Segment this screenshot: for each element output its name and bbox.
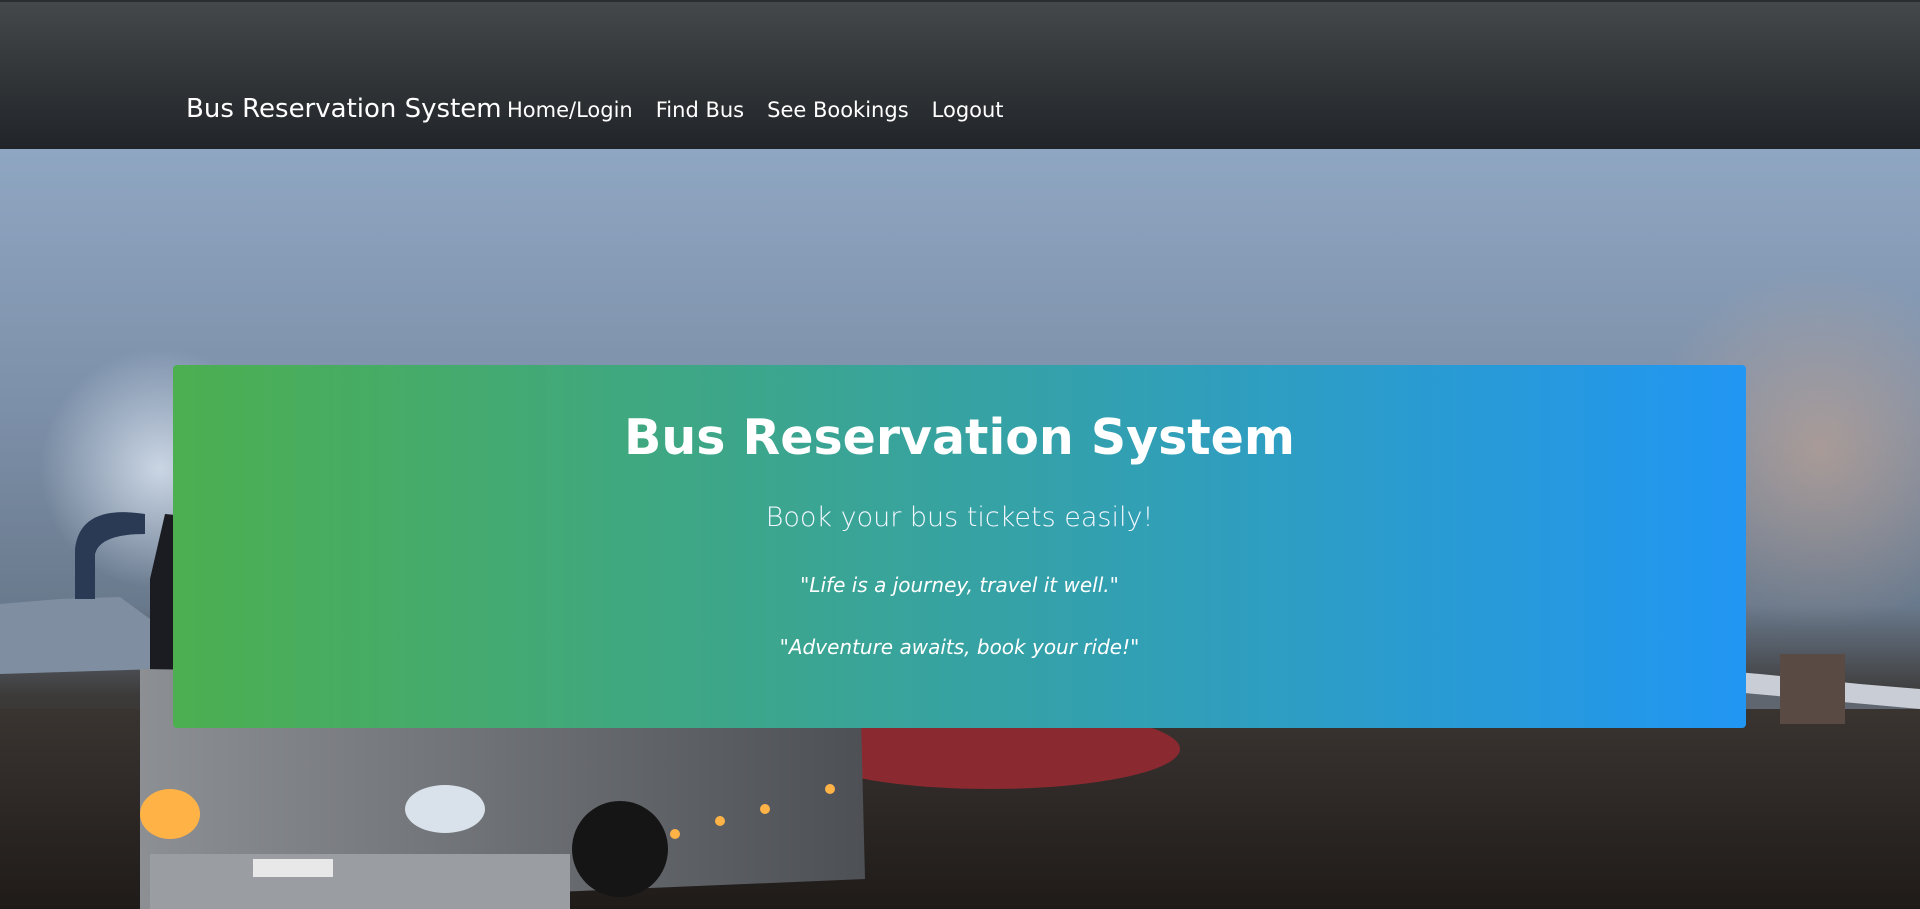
hero-quote-2: "Adventure awaits, book your ride!" bbox=[779, 635, 1140, 659]
hero-section: Bus Reservation System Book your bus tic… bbox=[0, 149, 1920, 909]
nav-link-home-login[interactable]: Home/Login bbox=[507, 98, 633, 122]
hero-quote-1: "Life is a journey, travel it well." bbox=[800, 573, 1119, 597]
bus-headlight-right bbox=[405, 785, 485, 833]
hero-card: Bus Reservation System Book your bus tic… bbox=[173, 365, 1746, 728]
bus-bumper bbox=[150, 854, 570, 909]
nav-link-see-bookings[interactable]: See Bookings bbox=[767, 98, 909, 122]
brand-link[interactable]: Bus Reservation System bbox=[186, 94, 502, 124]
shed bbox=[1780, 654, 1845, 724]
bus-headlight-left bbox=[140, 789, 200, 839]
bus-marker-light-2 bbox=[715, 816, 725, 826]
bus-marker-light-4 bbox=[825, 784, 835, 794]
nav-link-find-bus[interactable]: Find Bus bbox=[656, 98, 744, 122]
nav-links: Home/Login Find Bus See Bookings Logout bbox=[507, 98, 1004, 122]
navbar: Bus Reservation System Home/Login Find B… bbox=[0, 0, 1920, 149]
bus-wheel bbox=[572, 801, 668, 897]
bus-marker-light-3 bbox=[760, 804, 770, 814]
nav-link-logout[interactable]: Logout bbox=[932, 98, 1004, 122]
bus-license-plate bbox=[253, 859, 333, 877]
hero-title: Bus Reservation System bbox=[624, 409, 1295, 466]
bus-marker-light-1 bbox=[670, 829, 680, 839]
hero-subtitle: Book your bus tickets easily! bbox=[765, 502, 1154, 533]
